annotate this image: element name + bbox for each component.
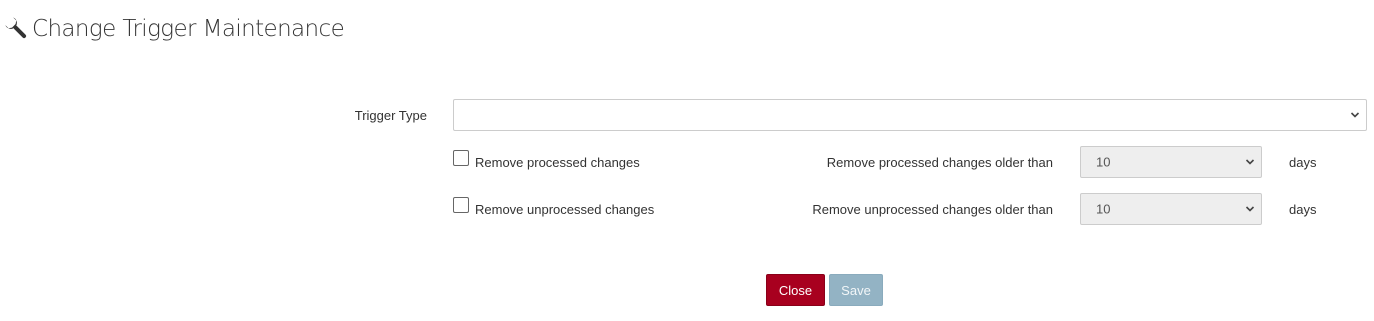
unprocessed-older-than-label: Remove unprocessed changes older than [812,202,1053,217]
chevron-down-icon [1245,159,1255,165]
page-title: Change Trigger Maintenance [4,13,345,45]
wrench-icon [4,16,30,42]
processed-days-unit: days [1289,155,1317,170]
chevron-down-icon [1245,206,1255,212]
processed-days-value: 10 [1096,154,1111,170]
unprocessed-days-select[interactable]: 10 [1080,193,1262,225]
remove-processed-label: Remove processed changes [475,155,640,170]
remove-unprocessed-checkbox[interactable] [453,197,469,213]
change-trigger-maintenance-page: Change Trigger Maintenance Trigger Type … [0,0,1374,321]
chevron-down-icon [1350,112,1360,118]
page-title-text: Change Trigger Maintenance [32,16,345,42]
unprocessed-days-unit: days [1289,202,1317,217]
remove-processed-checkbox[interactable] [453,150,469,166]
trigger-type-label: Trigger Type [354,108,427,123]
remove-unprocessed-label: Remove unprocessed changes [475,202,655,217]
close-button[interactable]: Close [766,274,825,306]
processed-older-than-label: Remove processed changes older than [826,155,1053,170]
processed-days-select[interactable]: 10 [1080,146,1262,178]
save-button[interactable]: Save [829,274,883,306]
unprocessed-days-value: 10 [1096,201,1111,217]
trigger-type-select[interactable] [453,99,1367,131]
